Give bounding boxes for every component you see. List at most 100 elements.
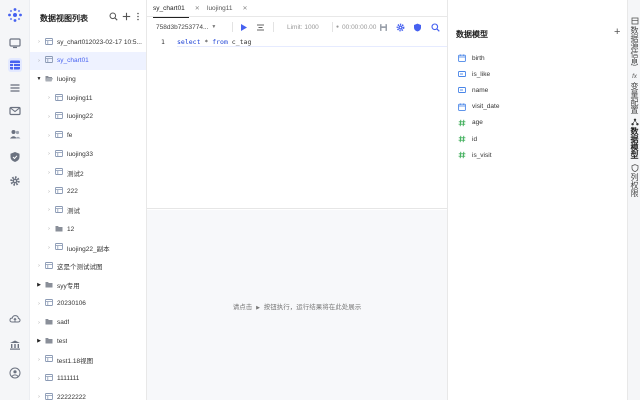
tree-node[interactable]: › 这是个测试试图	[30, 257, 146, 275]
tree-node[interactable]: › 22222222	[30, 388, 146, 400]
tab-luojing11[interactable]: luojing11 ✕	[207, 0, 248, 17]
calendar-icon	[458, 54, 466, 62]
tree-node[interactable]: › luojing33	[30, 145, 146, 163]
table-view-icon	[53, 131, 67, 140]
side-tab-column-permission[interactable]: 列权限	[628, 164, 640, 197]
text-field-icon	[458, 70, 466, 78]
save-button[interactable]	[379, 17, 388, 37]
limit-select[interactable]: Limit: 1000	[287, 17, 319, 37]
tree-node[interactable]: ▶ syy专用	[30, 276, 146, 294]
tree-node[interactable]: › sy_chart012023-02-17 10:5...	[30, 33, 146, 51]
run-button[interactable]	[239, 17, 248, 37]
toolbar-divider	[332, 22, 333, 32]
caret-right-icon[interactable]: ▶	[35, 338, 43, 344]
table-view-icon	[43, 392, 57, 400]
source-select[interactable]: 758d3b7253774... ▼	[156, 17, 216, 37]
tree-node[interactable]: › test1.18视图	[30, 351, 146, 369]
caret-right-icon: ›	[38, 57, 40, 64]
side-tab-label: 列权限	[630, 173, 639, 197]
active-line-highlight	[177, 46, 447, 47]
add-icon[interactable]	[121, 11, 131, 21]
user-avatar-icon[interactable]	[8, 366, 22, 380]
mail-icon[interactable]	[8, 104, 22, 118]
tree-node-label: 12	[67, 225, 75, 233]
users-icon[interactable]	[8, 127, 22, 141]
toolbar-divider	[232, 22, 233, 32]
source-select-value: 758d3b7253774...	[156, 23, 209, 31]
tree-node-label: syy专用	[57, 283, 80, 291]
tree-node[interactable]: › sadf	[30, 314, 146, 332]
model-field[interactable]: age	[458, 116, 483, 130]
side-tab-data-model[interactable]: 数据模型	[628, 118, 640, 159]
caret-down-icon[interactable]: ▼	[35, 76, 43, 82]
close-icon[interactable]: ✕	[195, 5, 200, 12]
caret-right-icon: ›	[48, 169, 50, 176]
sql-code-line[interactable]: select * from c_tag	[177, 38, 251, 46]
more-vertical-icon[interactable]	[133, 11, 143, 21]
hash-icon	[458, 135, 466, 143]
settings-button[interactable]	[396, 17, 405, 37]
shield-icon	[414, 23, 421, 31]
folder-icon	[43, 75, 57, 84]
bank-icon[interactable]	[8, 338, 22, 352]
add-icon[interactable]: +	[614, 26, 620, 38]
tree-node[interactable]: › 测试	[30, 201, 146, 219]
tree-node[interactable]: ▼ luojing	[30, 70, 146, 88]
dashboard-icon[interactable]	[8, 36, 22, 50]
tree-node[interactable]: › 222	[30, 183, 146, 201]
timer-value: 00:00:00.00	[342, 23, 377, 31]
caret-right-icon: ›	[48, 95, 50, 102]
model-field[interactable]: visit_date	[458, 100, 499, 114]
tab-sy-chart01[interactable]: sy_chart01 ✕	[153, 0, 200, 18]
tree-node[interactable]: › 20230106	[30, 295, 146, 313]
sql-symbol: *	[200, 38, 213, 46]
model-field[interactable]: id	[458, 132, 477, 146]
close-icon[interactable]: ✕	[243, 5, 248, 12]
zoom-icon	[431, 22, 440, 32]
tree-node-label: luojing	[57, 75, 76, 83]
model-field[interactable]: birth	[458, 51, 485, 65]
cloud-upload-icon[interactable]	[8, 312, 22, 326]
sql-editor[interactable]: 1 select * from c_tag	[147, 37, 447, 209]
tab-label: sy_chart01	[153, 5, 185, 12]
hash-icon	[458, 119, 466, 127]
model-field[interactable]: is_visit	[458, 148, 492, 162]
side-tab-label: 变量配置	[630, 82, 639, 114]
side-tab-variables[interactable]: fx 变量配置	[628, 73, 640, 114]
dataview-tree-panel: 数据视图列表 › sy_chart012023-02-17 10:5... › sy_…	[30, 0, 147, 400]
nav-rail	[0, 0, 30, 400]
caret-right-icon[interactable]: ▶	[35, 282, 43, 288]
list-icon[interactable]	[8, 81, 22, 95]
model-field[interactable]: is_like	[458, 67, 490, 81]
model-field-name: birth	[472, 54, 485, 62]
search-sql-button[interactable]	[431, 17, 440, 37]
tree-node-label: luojing22	[67, 113, 94, 121]
caret-right-icon: ›	[38, 263, 40, 270]
tree-node[interactable]: › 1111111	[30, 370, 146, 388]
save-icon	[380, 23, 387, 31]
tree-node[interactable]: › 12	[30, 220, 146, 238]
tree-node-label: luojing33	[67, 150, 94, 158]
table-view-icon	[53, 243, 67, 252]
tree-node[interactable]: › sy_chart01	[30, 51, 146, 70]
tree-node[interactable]: › luojing22	[30, 108, 146, 126]
caret-right-icon: ›	[48, 151, 50, 158]
gear-icon[interactable]	[8, 174, 22, 188]
format-icon	[257, 24, 264, 30]
search-icon[interactable]	[108, 11, 118, 21]
tree-node[interactable]: › fe	[30, 127, 146, 145]
table-view-icon	[53, 93, 67, 103]
table-view-icon	[43, 374, 57, 383]
shield-icon[interactable]	[8, 150, 22, 164]
side-tab-datasource[interactable]: 数据源信息	[628, 17, 640, 66]
tree-node[interactable]: › luojing11	[30, 89, 146, 107]
dataview-icon[interactable]	[8, 58, 22, 72]
model-field[interactable]: name	[458, 83, 488, 97]
tree-node[interactable]: › luojing22_副本	[30, 239, 146, 257]
protect-button[interactable]	[413, 17, 422, 37]
tree-node-label: sy_chart012023-02-17 10:5...	[57, 38, 142, 46]
play-icon: ▶	[256, 305, 260, 311]
tree-node[interactable]: ▶ test	[30, 332, 146, 350]
tree-node[interactable]: › 测试2	[30, 164, 146, 182]
format-button[interactable]	[256, 17, 265, 37]
